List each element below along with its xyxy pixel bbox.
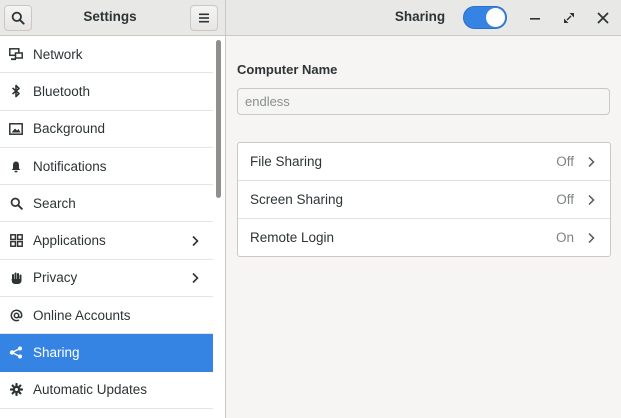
sidebar-item-automatic-updates[interactable]: Automatic Updates (0, 372, 213, 409)
sidebar-item-label: Network (33, 46, 83, 62)
remote-login-row[interactable]: Remote Login On (238, 219, 610, 256)
minimize-button[interactable] (524, 7, 546, 29)
sidebar-title: Settings (83, 9, 137, 24)
close-button[interactable] (592, 7, 614, 29)
row-status: On (555, 230, 574, 245)
minimize-icon (530, 18, 540, 20)
chevron-right-icon (192, 235, 199, 246)
applications-icon (8, 233, 24, 249)
sidebar-item-label: Online Accounts (33, 307, 131, 323)
sidebar-item-search[interactable]: Search (0, 185, 213, 223)
at-icon (8, 307, 24, 323)
sidebar-list: Network Bluetooth Background Notificatio… (0, 36, 213, 409)
sidebar-item-bluetooth[interactable]: Bluetooth (0, 73, 213, 111)
maximize-button[interactable] (558, 7, 580, 29)
sidebar-header: Settings (0, 0, 226, 36)
sidebar-item-label: Privacy (33, 270, 78, 286)
sharing-panel: Computer Name File Sharing Off Screen Sh… (226, 36, 621, 418)
bluetooth-icon (8, 83, 24, 99)
sidebar: Network Bluetooth Background Notificatio… (0, 36, 226, 418)
sidebar-item-privacy[interactable]: Privacy (0, 260, 213, 298)
row-label: Screen Sharing (250, 192, 344, 207)
sidebar-item-label: Applications (33, 233, 106, 249)
sidebar-item-label: Sharing (33, 345, 80, 361)
file-sharing-row[interactable]: File Sharing Off (238, 143, 610, 181)
row-status: Off (556, 192, 574, 207)
screen-sharing-row[interactable]: Screen Sharing Off (238, 181, 610, 219)
page-title: Sharing (394, 9, 446, 24)
gear-icon (8, 382, 24, 398)
sidebar-item-applications[interactable]: Applications (0, 222, 213, 260)
sharing-toggle[interactable] (463, 6, 507, 29)
hand-icon (8, 270, 24, 286)
close-icon (597, 12, 609, 24)
sidebar-item-label: Automatic Updates (33, 382, 148, 398)
sharing-services-list: File Sharing Off Screen Sharing Off Remo… (237, 142, 611, 257)
chevron-right-icon (588, 194, 595, 206)
search-icon (11, 11, 25, 25)
computer-name-label: Computer Name (237, 62, 338, 77)
chevron-right-icon (588, 156, 595, 168)
hamburger-icon (199, 13, 209, 23)
row-label: File Sharing (250, 154, 323, 169)
share-icon (8, 345, 24, 361)
header-bar: Settings Sharing (0, 0, 621, 36)
sidebar-item-label: Bluetooth (33, 83, 91, 99)
network-icon (8, 46, 24, 62)
sidebar-item-network[interactable]: Network (0, 36, 213, 74)
search-button[interactable] (4, 5, 32, 31)
sidebar-item-sharing[interactable]: Sharing (0, 334, 213, 372)
sidebar-item-label: Search (33, 195, 76, 211)
row-status: Off (556, 154, 574, 169)
chevron-right-icon (588, 232, 595, 244)
sidebar-item-online-accounts[interactable]: Online Accounts (0, 297, 213, 335)
sidebar-scrollbar[interactable] (216, 40, 221, 198)
chevron-right-icon (192, 272, 199, 283)
sidebar-item-background[interactable]: Background (0, 111, 213, 148)
menu-button[interactable] (190, 5, 218, 31)
maximize-icon (564, 13, 574, 23)
search-icon (8, 195, 24, 211)
sidebar-item-notifications[interactable]: Notifications (0, 148, 213, 186)
background-icon (8, 121, 24, 137)
toggle-knob (486, 8, 505, 27)
bell-icon (8, 158, 24, 174)
computer-name-field[interactable] (237, 88, 610, 115)
sidebar-item-label: Background (33, 121, 106, 137)
sidebar-item-label: Notifications (33, 158, 107, 174)
row-label: Remote Login (250, 230, 335, 245)
